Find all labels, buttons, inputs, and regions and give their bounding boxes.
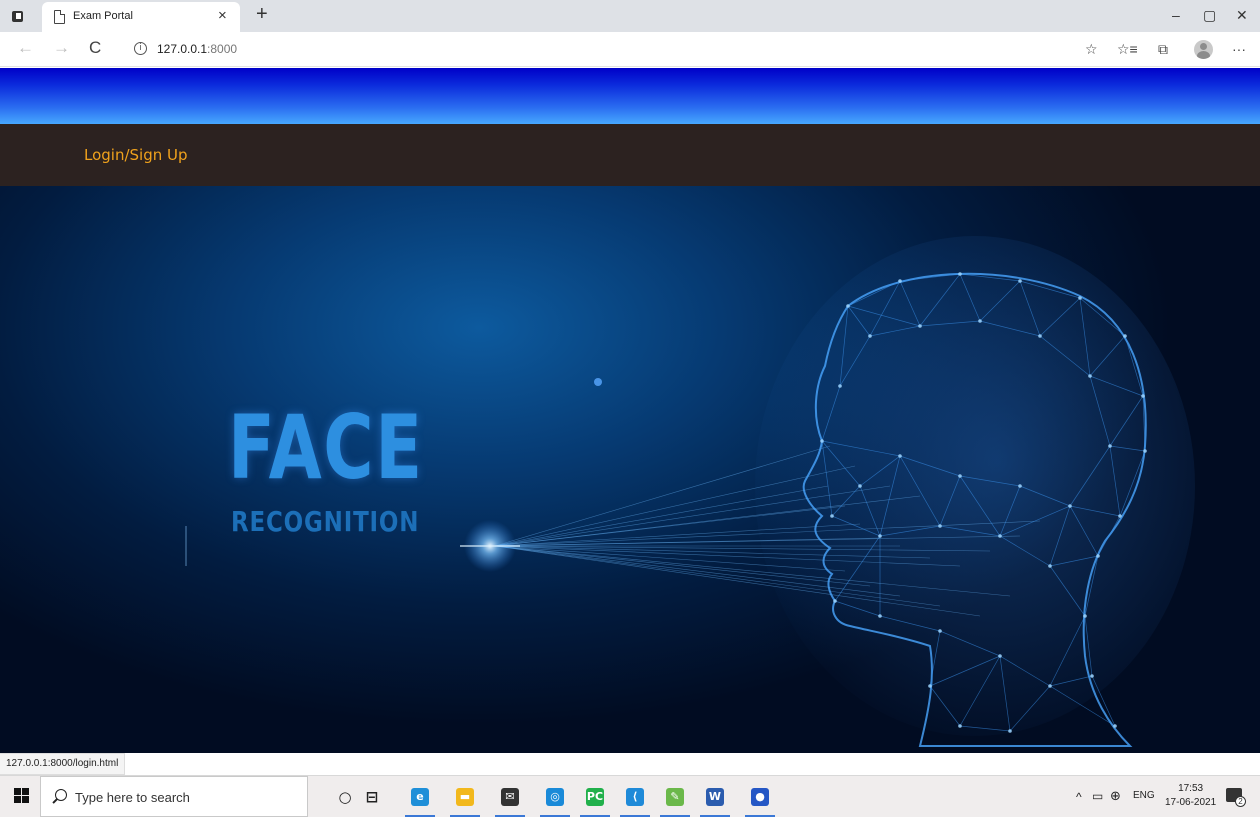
browser-toolbar: ← → C i 127.0.0.1:8000 ☆ ☆≡ ⧉ ··· [0, 32, 1260, 67]
battery-icon[interactable]: ▭ [1092, 789, 1103, 803]
more-icon[interactable]: ··· [1232, 41, 1246, 57]
app-icon-glyph: ● [751, 788, 769, 806]
tab-exam-portal[interactable]: Exam Portal × [42, 2, 240, 32]
profile-avatar[interactable] [1194, 40, 1213, 59]
hero-subtitle: RECOGNITION [231, 505, 420, 538]
page-icon [54, 10, 65, 24]
tab-close-icon[interactable]: × [218, 7, 227, 25]
add-favorite-icon[interactable]: ☆ [1085, 41, 1098, 57]
restore-icon[interactable]: ▢ [1203, 6, 1216, 24]
url-host: 127.0.0.1 [157, 42, 208, 56]
tray-chevron-icon[interactable]: ^ [1076, 790, 1082, 804]
clock-time: 17:53 [1178, 783, 1204, 794]
back-icon[interactable]: ← [17, 38, 34, 58]
close-icon[interactable]: ✕ [1236, 6, 1248, 24]
dell-icon-glyph: ◎ [546, 788, 564, 806]
taskbar: Type here to search ○ ⊟ e ▬ ✉ ◎ PC ⟨ ✎ W ● ^ ▭ ⊕ E… [0, 775, 1260, 817]
task-view-icon-glyph: ⊟ [365, 788, 379, 806]
login-signup-link[interactable]: Login/Sign Up [84, 146, 188, 164]
url-port: :8000 [207, 42, 238, 56]
new-tab-button[interactable]: + [256, 2, 268, 26]
edge-icon[interactable]: e [405, 783, 435, 817]
cortana-icon-glyph: ○ [338, 788, 352, 806]
search-placeholder: Type here to search [75, 790, 190, 805]
navbar: Login/Sign Up [0, 124, 1260, 186]
vscode-icon-glyph: ⟨ [626, 788, 644, 806]
collections-icon[interactable]: ⧉ [1158, 41, 1168, 57]
clock[interactable]: 17:53 17-06-2021 [1165, 782, 1216, 810]
face-scan-illustration [185, 236, 1195, 747]
dell-icon[interactable]: ◎ [540, 783, 570, 817]
image-app-icon-glyph: ✎ [666, 788, 684, 806]
hero-title: FACE [228, 396, 424, 499]
mail-icon[interactable]: ✉ [495, 783, 525, 817]
windows-start-icon[interactable] [14, 788, 29, 803]
word-icon[interactable]: W [700, 783, 730, 817]
tab-actions-icon[interactable] [8, 7, 26, 25]
cortana-icon[interactable]: ○ [330, 783, 360, 817]
header-banner [0, 68, 1260, 124]
notification-icon[interactable]: 2 [1226, 788, 1246, 807]
app-icon[interactable]: ● [745, 783, 775, 817]
url-text: 127.0.0.1:8000 [157, 42, 237, 56]
forward-icon[interactable]: → [53, 38, 70, 58]
minimize-icon[interactable]: – [1172, 6, 1180, 24]
taskbar-search-box[interactable]: Type here to search [40, 776, 308, 817]
tab-title: Exam Portal [73, 10, 133, 22]
vscode-icon[interactable]: ⟨ [620, 783, 650, 817]
site-info-icon[interactable]: i [134, 42, 147, 55]
web-page: Login/Sign Up FACE RECOGNITION [0, 68, 1260, 753]
mail-icon-glyph: ✉ [501, 788, 519, 806]
refresh-icon[interactable]: C [89, 38, 101, 58]
pycharm-icon[interactable]: PC [580, 783, 610, 817]
network-icon[interactable]: ⊕ [1110, 788, 1121, 804]
pycharm-icon-glyph: PC [586, 788, 604, 806]
task-view-icon[interactable]: ⊟ [357, 783, 387, 817]
word-icon-glyph: W [706, 788, 724, 806]
favorites-icon[interactable]: ☆≡ [1117, 41, 1138, 57]
hero-banner: FACE RECOGNITION [0, 186, 1260, 753]
file-explorer-icon[interactable]: ▬ [450, 783, 480, 817]
address-bar[interactable]: i 127.0.0.1:8000 [122, 35, 1062, 63]
status-bar: 127.0.0.1:8000/login.html [0, 753, 126, 775]
edge-icon-glyph: e [411, 788, 429, 806]
notification-count: 2 [1235, 796, 1246, 807]
file-explorer-icon-glyph: ▬ [456, 788, 474, 806]
image-app-icon[interactable]: ✎ [660, 783, 690, 817]
search-icon [55, 789, 67, 801]
language-indicator[interactable]: ENG [1133, 790, 1155, 801]
tab-strip: Exam Portal × + – ▢ ✕ [0, 0, 1260, 32]
clock-date: 17-06-2021 [1165, 797, 1217, 808]
